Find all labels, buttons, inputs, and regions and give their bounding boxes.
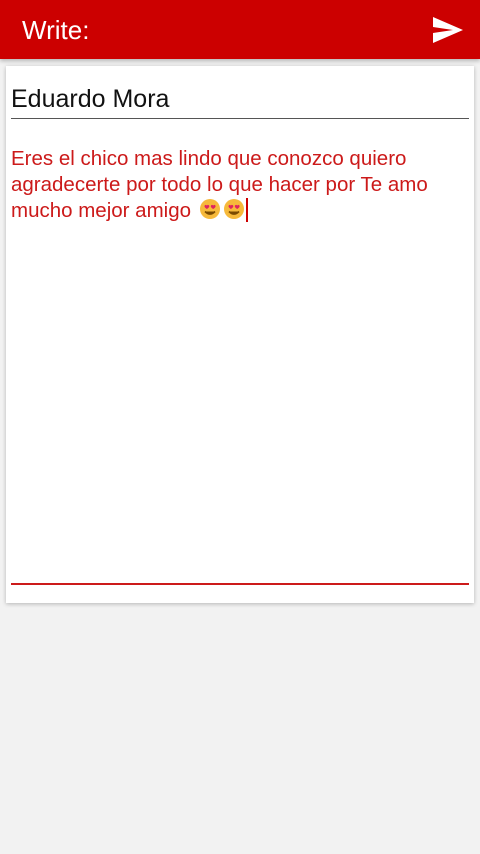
send-button[interactable] — [430, 12, 466, 48]
heart-eyes-face-icon — [199, 198, 221, 227]
text-cursor — [245, 198, 248, 222]
message-underline — [11, 583, 469, 585]
app-bar-title: Write: — [22, 15, 90, 45]
message-input[interactable]: Eres el chico mas lindo que conozco quie… — [11, 146, 466, 227]
app-bar: Write: — [0, 0, 480, 59]
compose-card: Eduardo Mora Eres el chico mas lindo que… — [6, 66, 474, 603]
recipient-name-field[interactable]: Eduardo Mora — [11, 82, 469, 119]
recipient-name-text: Eduardo Mora — [11, 85, 170, 113]
heart-eyes-face-icon — [223, 198, 245, 227]
send-icon — [433, 17, 463, 43]
